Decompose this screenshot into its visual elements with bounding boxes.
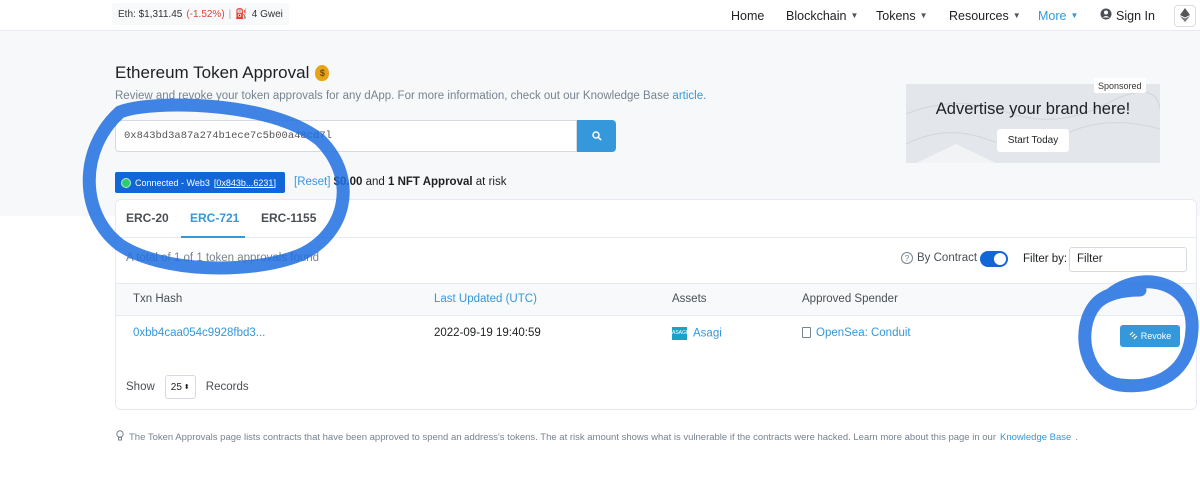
- asset-token-icon: ASAGI: [672, 327, 687, 340]
- nav-tokens-label: Tokens: [876, 8, 916, 23]
- risk-amount: $0.00: [333, 176, 363, 188]
- spender-cell[interactable]: OpenSea: Conduit: [802, 327, 911, 339]
- subtitle-text: Review and revoke your token approvals f…: [115, 90, 670, 102]
- eth-price: Eth: $1,311.45: [118, 8, 183, 20]
- chevron-updown-icon: ⬍: [183, 384, 190, 391]
- risk-nft-count: 1 NFT Approval: [388, 176, 473, 188]
- page-subtitle: Review and revoke your token approvals f…: [115, 90, 706, 102]
- ethereum-network-button[interactable]: [1174, 5, 1196, 27]
- column-assets: Assets: [672, 293, 707, 305]
- sign-in-link[interactable]: Sign In: [1100, 0, 1155, 31]
- by-contract-text: By Contract: [917, 252, 978, 264]
- start-today-button[interactable]: Start Today: [997, 129, 1069, 152]
- nav-blockchain[interactable]: Blockchain ▼: [786, 0, 858, 31]
- chevron-down-icon: ▼: [919, 11, 928, 20]
- column-last-updated[interactable]: Last Updated (UTC): [434, 293, 537, 305]
- revoke-button[interactable]: Revoke: [1120, 325, 1180, 347]
- active-tab-indicator: [181, 236, 245, 238]
- user-icon: [1100, 8, 1112, 23]
- contract-document-icon: [802, 327, 811, 339]
- tab-erc-1155[interactable]: ERC-1155: [261, 211, 316, 225]
- risk-and: and: [365, 176, 385, 188]
- nav-more[interactable]: More ▼: [1038, 0, 1078, 31]
- table-header: Txn Hash Last Updated (UTC) Assets Appro…: [116, 283, 1196, 316]
- web3-connected-badge[interactable]: Connected - Web3 [0x843b...6231]: [115, 172, 285, 193]
- unlink-icon: [1129, 331, 1138, 342]
- connected-label: Connected - Web3: [135, 177, 210, 188]
- connected-status-icon: [121, 177, 131, 188]
- ethereum-icon: [1180, 7, 1190, 25]
- money-bag-icon: $: [315, 65, 330, 81]
- lightbulb-icon: [115, 430, 125, 444]
- price-separator: |: [228, 8, 232, 20]
- gas-pump-icon: ⛽: [235, 8, 248, 20]
- filter-select-value: Filter: [1077, 253, 1103, 265]
- nav-resources-label: Resources: [949, 8, 1009, 23]
- footer-note-text: The Token Approvals page lists contracts…: [129, 431, 996, 443]
- knowledge-base-link[interactable]: Knowledge Base: [1000, 432, 1071, 443]
- question-icon: ?: [901, 252, 913, 264]
- filter-select[interactable]: Filter: [1069, 247, 1187, 272]
- filter-by-label: Filter by:: [1023, 253, 1068, 265]
- spender-name: OpenSea: Conduit: [816, 327, 911, 339]
- nav-home-label: Home: [731, 8, 765, 23]
- column-txn-hash: Txn Hash: [133, 293, 183, 305]
- ad-headline: Advertise your brand here!: [935, 100, 1131, 118]
- page-title: Ethereum Token Approval $: [115, 63, 330, 83]
- nav-home[interactable]: Home: [731, 0, 764, 31]
- footer-period: .: [1075, 431, 1078, 443]
- nav-blockchain-label: Blockchain: [786, 8, 847, 23]
- txn-hash-link[interactable]: 0xbb4caa054c9928fbd3...: [133, 327, 265, 339]
- connected-address-link[interactable]: [0x843b...6231]: [214, 178, 276, 188]
- nav-resources[interactable]: Resources ▼: [949, 0, 1021, 31]
- approvals-found-text: A total of 1 of 1 token approvals found: [126, 252, 320, 264]
- by-contract-label: ? By Contract: [901, 252, 977, 264]
- search-button[interactable]: [577, 120, 616, 152]
- sponsored-label: Sponsored: [1094, 78, 1146, 93]
- chevron-down-icon: ▼: [850, 11, 859, 20]
- risk-suffix: at risk: [475, 176, 507, 188]
- records-label: Records: [205, 381, 249, 393]
- search-icon: [591, 129, 602, 144]
- gas-price: 4 Gwei: [251, 8, 283, 20]
- revoke-label: Revoke: [1140, 331, 1172, 341]
- address-search-input[interactable]: 0x843bd3a87a274b1ece7c5b00a48cd7l: [115, 120, 577, 152]
- nav-tokens[interactable]: Tokens ▼: [876, 0, 928, 31]
- top-navbar: Eth: $1,311.45 (-1.52%) | ⛽ 4 Gwei Home …: [0, 0, 1200, 31]
- chevron-down-icon: ▼: [1070, 11, 1079, 20]
- sign-in-label: Sign In: [1116, 8, 1155, 23]
- by-contract-toggle[interactable]: [980, 251, 1008, 267]
- footer-note: The Token Approvals page lists contracts…: [115, 430, 1078, 444]
- records-value: 25: [170, 381, 182, 393]
- tab-erc-721[interactable]: ERC-721: [190, 211, 239, 225]
- knowledge-base-article-link[interactable]: article.: [672, 90, 706, 102]
- asset-cell[interactable]: ASAGI Asagi: [672, 327, 722, 340]
- show-label: Show: [126, 381, 155, 393]
- asset-name: Asagi: [693, 327, 722, 340]
- token-standard-tabs: ERC-20 ERC-721 ERC-1155: [116, 200, 1196, 238]
- toggle-knob: [994, 253, 1006, 265]
- sponsored-ad-banner[interactable]: Advertise your brand here! Start Today: [906, 84, 1160, 163]
- records-select[interactable]: 25 ⬍: [164, 375, 196, 399]
- eth-price-pill: Eth: $1,311.45 (-1.52%) | ⛽ 4 Gwei: [112, 3, 289, 25]
- records-per-page: Show 25 ⬍ Records: [126, 375, 249, 399]
- chevron-down-icon: ▼: [1012, 11, 1021, 20]
- eth-price-change: (-1.52%): [186, 8, 225, 20]
- nav-more-label: More: [1038, 8, 1067, 23]
- reset-link[interactable]: [Reset]: [294, 176, 330, 188]
- risk-summary: [Reset] $0.00 and 1 NFT Approval at risk: [294, 176, 506, 188]
- last-updated-cell: 2022-09-19 19:40:59: [434, 327, 541, 339]
- page-title-text: Ethereum Token Approval: [115, 63, 310, 82]
- column-approved-spender: Approved Spender: [802, 293, 898, 305]
- approvals-card: ERC-20 ERC-721 ERC-1155 A total of 1 of …: [115, 199, 1197, 410]
- tab-erc-20[interactable]: ERC-20: [126, 211, 169, 225]
